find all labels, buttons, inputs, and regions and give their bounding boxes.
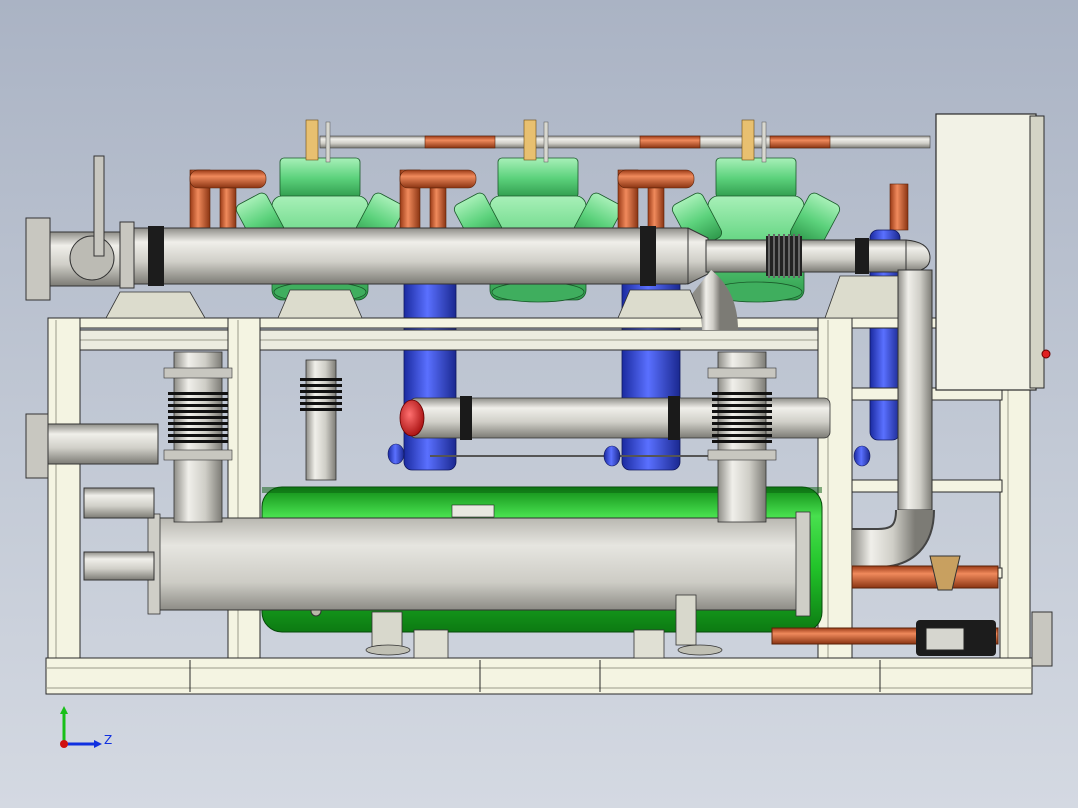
suction-column <box>163 351 233 523</box>
left-end-assembly <box>25 155 159 581</box>
upper-manifold <box>319 135 931 149</box>
service-valve[interactable] <box>741 119 755 161</box>
suction-column <box>707 351 777 523</box>
panel-indicator-light <box>1041 349 1051 359</box>
header-bellows <box>766 234 802 278</box>
vessel-nameplate <box>451 504 495 518</box>
axis-z-label: Z <box>104 733 112 747</box>
electrical-panel <box>935 113 1051 391</box>
service-valve[interactable] <box>305 119 319 161</box>
small-bellows <box>300 359 342 481</box>
valve-handwheel[interactable] <box>69 235 115 281</box>
axis-origin <box>60 740 68 748</box>
blue-receiver-1 <box>403 269 457 471</box>
red-end-cap <box>399 399 425 437</box>
axis-triad: Z <box>60 706 112 748</box>
pipe-clamp-2 <box>640 226 656 286</box>
main-header-pipe <box>129 226 931 331</box>
service-valve[interactable] <box>523 119 537 161</box>
cad-viewport[interactable]: Z <box>0 0 1078 808</box>
pipe-clamp-1 <box>148 226 164 286</box>
compressor-rack-drawing: Z <box>25 113 1053 748</box>
grey-vessel <box>147 511 811 617</box>
valve-stem <box>93 155 105 257</box>
pipe-clamp-3 <box>855 238 869 274</box>
